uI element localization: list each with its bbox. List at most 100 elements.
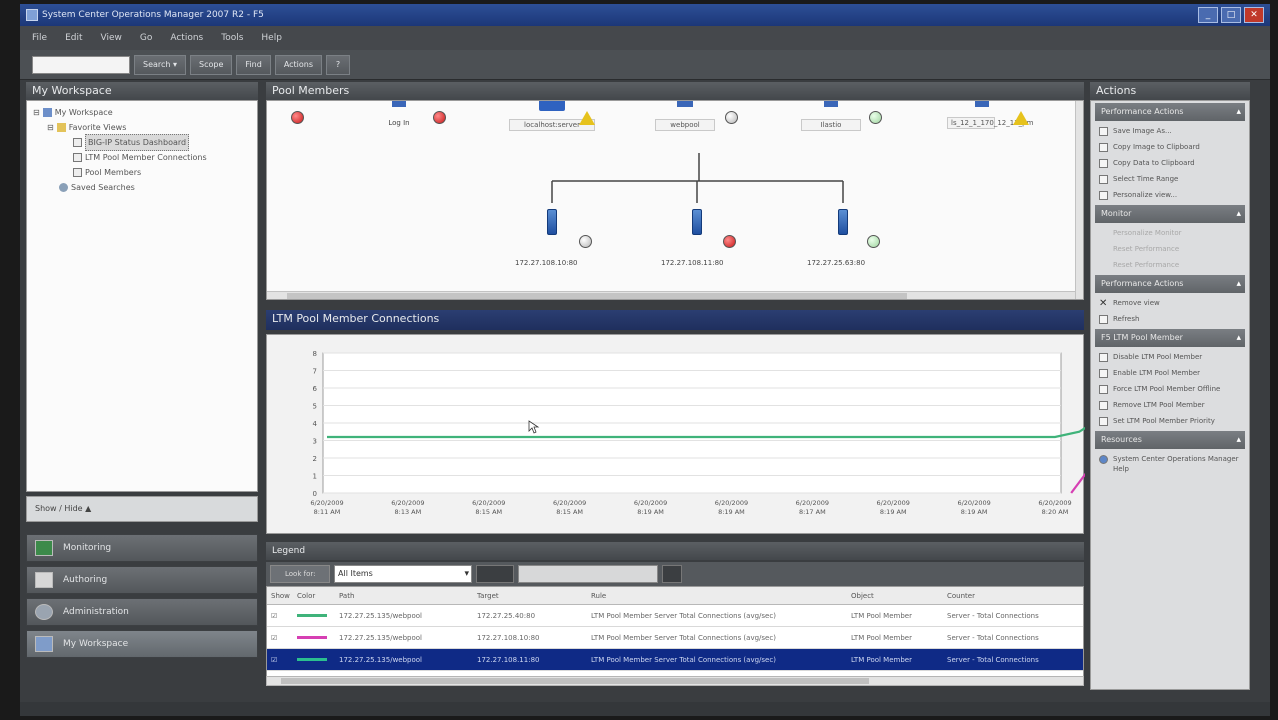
- x-tick-label: 6/20/2009: [957, 499, 990, 507]
- action-remove-view[interactable]: ✕ Remove view: [1091, 295, 1249, 311]
- filter-select[interactable]: All Items: [334, 565, 472, 583]
- scope-button[interactable]: Scope: [190, 54, 233, 75]
- pool-member-2[interactable]: 172.27.108.11:80: [661, 259, 723, 267]
- action-copy-image[interactable]: Copy Image to Clipboard: [1091, 139, 1249, 155]
- column-counter[interactable]: Counter: [943, 592, 1073, 600]
- menu-edit[interactable]: Edit: [65, 33, 82, 43]
- pool-member-3[interactable]: 172.27.25.63:80: [807, 259, 867, 267]
- collapse-icon[interactable]: ⊟: [33, 105, 40, 120]
- menu-tools[interactable]: Tools: [221, 33, 243, 43]
- tree-item-favorite-views[interactable]: ⊟ Favorite Views: [33, 120, 257, 135]
- table-row[interactable]: ☑ 172.27.25.135/webpool 172.27.25.40:80 …: [267, 605, 1083, 627]
- column-show[interactable]: Show: [267, 592, 293, 600]
- close-button[interactable]: ✕: [1244, 7, 1264, 23]
- action-personalize-view[interactable]: Personalize view...: [1091, 187, 1249, 203]
- action-remove-pool-member[interactable]: Remove LTM Pool Member: [1091, 397, 1249, 413]
- table-row[interactable]: ☑ 172.27.25.135/webpool 172.27.108.11:80…: [267, 649, 1083, 671]
- menu-view[interactable]: View: [101, 33, 122, 43]
- actions-pane: Performance Actions Save Image As... Cop…: [1090, 100, 1250, 690]
- x-tick-label: 8:19 AM: [637, 508, 664, 516]
- search-input[interactable]: [32, 55, 130, 74]
- row-path: 172.27.25.135/webpool: [339, 633, 422, 642]
- find-now-button[interactable]: [476, 565, 514, 583]
- refresh-icon: [1099, 315, 1108, 324]
- action-help[interactable]: System Center Operations Manager Help: [1091, 451, 1249, 477]
- wunderbar-administration[interactable]: Administration: [26, 598, 258, 626]
- authoring-icon: [35, 572, 53, 588]
- y-tick-label: 0: [313, 490, 317, 498]
- server-icon[interactable]: [547, 209, 557, 235]
- title-bar: System Center Operations Manager 2007 R2…: [20, 4, 1270, 26]
- clear-icon[interactable]: [662, 565, 682, 583]
- grid-horizontal-scrollbar[interactable]: [266, 676, 1084, 686]
- column-target[interactable]: Target: [473, 592, 587, 600]
- action-disabled[interactable]: Reset Performance: [1091, 257, 1249, 273]
- column-rule[interactable]: Rule: [587, 592, 847, 600]
- server-icon[interactable]: [838, 209, 848, 235]
- diagram-vertical-scrollbar[interactable]: [1075, 101, 1083, 299]
- menu-actions[interactable]: Actions: [170, 33, 203, 43]
- actions-section-ltm-pool-member[interactable]: F5 LTM Pool Member: [1095, 329, 1245, 347]
- copy-icon: [1099, 159, 1108, 168]
- row-target: 172.27.108.11:80: [477, 655, 540, 664]
- filter-text-field[interactable]: [518, 565, 658, 583]
- window-title: System Center Operations Manager 2007 R2…: [42, 10, 264, 20]
- column-path[interactable]: Path: [335, 592, 473, 600]
- actions-button[interactable]: Actions: [274, 54, 323, 75]
- show-checkbox[interactable]: ☑: [267, 634, 293, 642]
- action-force-offline[interactable]: Force LTM Pool Member Offline: [1091, 381, 1249, 397]
- action-save-image[interactable]: Save Image As...: [1091, 123, 1249, 139]
- actions-section-monitor[interactable]: Monitor: [1095, 205, 1245, 223]
- maximize-button[interactable]: □: [1221, 7, 1241, 23]
- action-set-priority[interactable]: Set LTM Pool Member Priority: [1091, 413, 1249, 429]
- look-for-button[interactable]: Look for:: [270, 565, 330, 583]
- search-button[interactable]: Search ▾: [134, 54, 187, 75]
- wunderbar-my-workspace[interactable]: My Workspace: [26, 630, 258, 658]
- menu-bar: File Edit View Go Actions Tools Help: [20, 26, 1270, 50]
- column-object[interactable]: Object: [847, 592, 943, 600]
- performance-chart[interactable]: 0123456786/20/20098:11 AM6/20/20098:13 A…: [267, 335, 1121, 535]
- y-tick-label: 7: [313, 368, 317, 376]
- menu-help[interactable]: Help: [261, 33, 282, 43]
- action-copy-data[interactable]: Copy Data to Clipboard: [1091, 155, 1249, 171]
- unmonitored-state-icon: [579, 235, 592, 248]
- server-icon[interactable]: [692, 209, 702, 235]
- x-tick-label: 8:19 AM: [718, 508, 745, 516]
- find-button[interactable]: Find: [236, 54, 271, 75]
- action-select-time-range[interactable]: Select Time Range: [1091, 171, 1249, 187]
- menu-go[interactable]: Go: [140, 33, 152, 43]
- row-target: 172.27.108.10:80: [477, 633, 540, 642]
- table-row[interactable]: ☑ 172.27.25.135/webpool 172.27.108.10:80…: [267, 627, 1083, 649]
- tree-item-status-dashboard[interactable]: BIG-IP Status Dashboard: [33, 134, 257, 151]
- column-color[interactable]: Color: [293, 592, 335, 600]
- actions-section-resources[interactable]: Resources: [1095, 431, 1245, 449]
- menu-file[interactable]: File: [32, 33, 47, 43]
- action-refresh[interactable]: Refresh: [1091, 311, 1249, 327]
- wunderbar-authoring[interactable]: Authoring: [26, 566, 258, 594]
- minimize-button[interactable]: _: [1198, 7, 1218, 23]
- action-disable-pool-member[interactable]: Disable LTM Pool Member: [1091, 349, 1249, 365]
- collapse-icon[interactable]: ⊟: [47, 120, 54, 135]
- search-icon: [59, 183, 68, 192]
- show-checkbox[interactable]: ☑: [267, 612, 293, 620]
- action-disabled[interactable]: Reset Performance: [1091, 241, 1249, 257]
- help-icon[interactable]: ?: [326, 54, 351, 75]
- action-enable-pool-member[interactable]: Enable LTM Pool Member: [1091, 365, 1249, 381]
- tree-item-my-workspace[interactable]: ⊟ My Workspace: [33, 105, 257, 120]
- actions-section-performance[interactable]: Performance Actions: [1095, 103, 1245, 121]
- pool-member-1[interactable]: 172.27.108.10:80: [515, 259, 577, 267]
- tree-item-pool-members[interactable]: Pool Members: [33, 165, 257, 180]
- action-disabled[interactable]: Personalize Monitor: [1091, 225, 1249, 241]
- legend-header: Legend: [266, 542, 1084, 560]
- diagram-horizontal-scrollbar[interactable]: [267, 291, 1083, 299]
- wunderbar-monitoring[interactable]: Monitoring: [26, 534, 258, 562]
- show-checkbox[interactable]: ☑: [267, 656, 293, 664]
- tree-item-saved-searches[interactable]: Saved Searches: [33, 180, 257, 195]
- x-tick-label: 6/20/2009: [553, 499, 586, 507]
- actions-section-view[interactable]: Performance Actions: [1095, 275, 1245, 293]
- app-window: System Center Operations Manager 2007 R2…: [20, 4, 1270, 716]
- status-bar: [20, 702, 1270, 716]
- y-tick-label: 4: [313, 420, 318, 428]
- show-hide-button[interactable]: Show / Hide ▲: [26, 496, 258, 522]
- tree-item-connections[interactable]: LTM Pool Member Connections: [33, 150, 257, 165]
